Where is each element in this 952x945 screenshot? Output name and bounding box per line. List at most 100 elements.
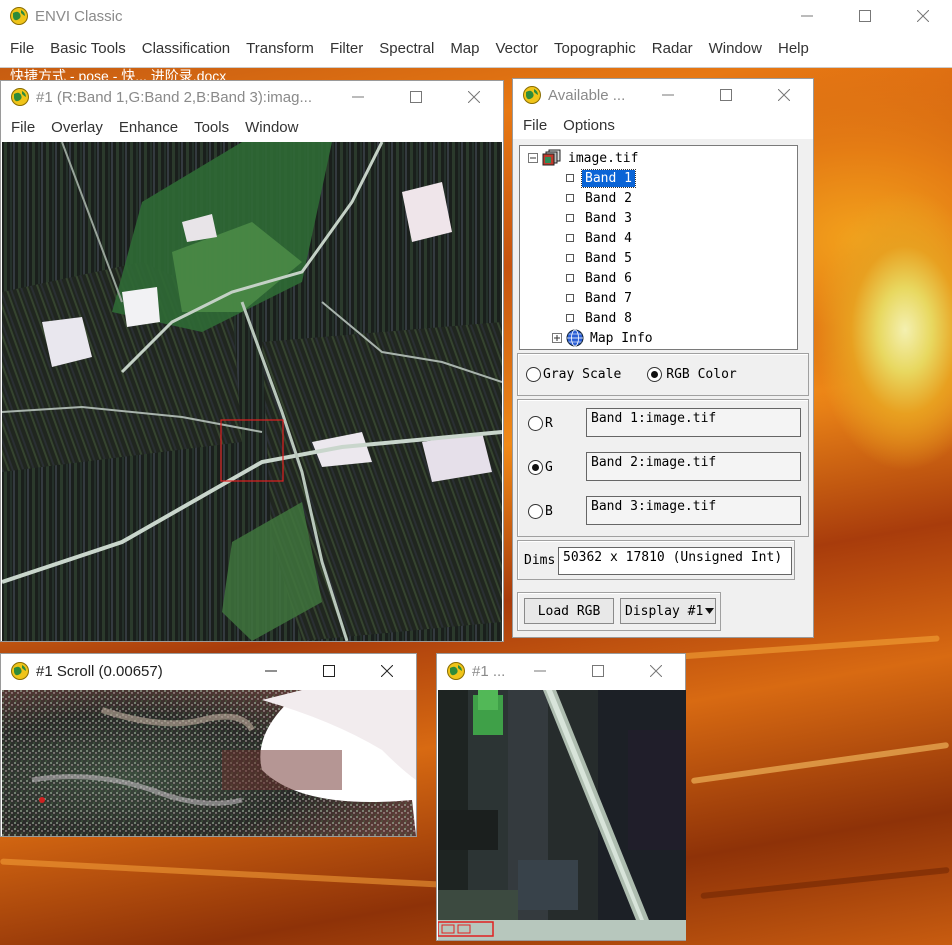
- scroll-window-title: #1 Scroll (0.00657): [36, 662, 163, 680]
- channel-b-option[interactable]: B: [528, 504, 553, 519]
- dims-field[interactable]: 50362 x 17810 (Unsigned Int) [BSQ]: [558, 547, 792, 575]
- globe-icon: [566, 329, 584, 347]
- zoom-titlebar[interactable]: #1 ...: [437, 654, 685, 688]
- zoom-window-title: #1 ...: [472, 662, 506, 680]
- menu-vector[interactable]: Vector: [488, 40, 547, 57]
- gray-scale-label: Gray Scale: [543, 367, 622, 382]
- tree-file-node[interactable]: image.tif: [528, 148, 638, 168]
- band-item-2[interactable]: Band 2: [566, 188, 635, 208]
- close-button[interactable]: [445, 81, 503, 113]
- menu-basic-tools[interactable]: Basic Tools: [42, 40, 134, 57]
- band-node-icon: [566, 294, 574, 302]
- band-item-5[interactable]: Band 5: [566, 248, 635, 268]
- bands-titlebar[interactable]: Available ...: [513, 79, 813, 111]
- collapse-icon[interactable]: [528, 153, 538, 163]
- maximize-button[interactable]: [836, 0, 894, 32]
- band-item-8[interactable]: Band 8: [566, 308, 635, 328]
- image-menu-file[interactable]: File: [1, 119, 43, 136]
- dims-group: Dims 50362 x 17810 (Unsigned Int) [BSQ]: [517, 540, 795, 580]
- map-info-node[interactable]: Map Info: [552, 328, 653, 348]
- close-icon: [778, 89, 790, 101]
- channel-b-radio[interactable]: [528, 504, 543, 519]
- channel-r-field[interactable]: Band 1:image.tif: [586, 408, 801, 437]
- menu-topographic[interactable]: Topographic: [546, 40, 644, 57]
- maximize-icon: [323, 665, 335, 677]
- band-item-4[interactable]: Band 4: [566, 228, 635, 248]
- maximize-button[interactable]: [697, 79, 755, 111]
- close-button[interactable]: [627, 655, 685, 687]
- bands-window-title: Available ...: [548, 86, 626, 104]
- rgb-color-radio[interactable]: [647, 367, 663, 382]
- band-item-7[interactable]: Band 7: [566, 288, 635, 308]
- gray-scale-option[interactable]: Gray Scale: [526, 367, 621, 382]
- desktop-texture: [700, 866, 950, 900]
- image-display-window: #1 (R:Band 1,G:Band 2,B:Band 3):imag... …: [0, 80, 504, 642]
- menu-transform[interactable]: Transform: [238, 40, 322, 57]
- close-button[interactable]: [755, 79, 813, 111]
- maximize-icon: [592, 665, 604, 677]
- channel-b-label: B: [545, 504, 553, 519]
- image-menu-window[interactable]: Window: [237, 119, 306, 136]
- minimize-button[interactable]: [329, 81, 387, 113]
- image-menu-enhance[interactable]: Enhance: [111, 119, 186, 136]
- channel-r-radio[interactable]: [528, 416, 543, 431]
- menu-map[interactable]: Map: [442, 40, 487, 57]
- main-titlebar[interactable]: ENVI Classic: [0, 0, 952, 32]
- band-item-6[interactable]: Band 6: [566, 268, 635, 288]
- action-group: Load RGB Display #1: [517, 592, 721, 631]
- channel-g-field[interactable]: Band 2:image.tif: [586, 452, 801, 481]
- minimize-button[interactable]: [511, 655, 569, 687]
- band-label: Band 6: [585, 270, 632, 286]
- image-menubar: File Overlay Enhance Tools Window: [1, 113, 503, 141]
- channel-b-field[interactable]: Band 3:image.tif: [586, 496, 801, 525]
- satellite-image-view[interactable]: [2, 142, 502, 641]
- maximize-icon: [720, 89, 732, 101]
- image-titlebar[interactable]: #1 (R:Band 1,G:Band 2,B:Band 3):imag...: [1, 81, 503, 113]
- menu-window[interactable]: Window: [701, 40, 770, 57]
- band-label: Band 1: [581, 168, 636, 188]
- close-button[interactable]: [358, 655, 416, 687]
- minimize-button[interactable]: [639, 79, 697, 111]
- scroll-titlebar[interactable]: #1 Scroll (0.00657): [1, 654, 416, 688]
- image-menu-overlay[interactable]: Overlay: [43, 119, 111, 136]
- menu-file[interactable]: File: [0, 40, 42, 57]
- maximize-icon: [859, 10, 871, 22]
- scroll-overview-image[interactable]: [2, 690, 416, 836]
- minimize-button[interactable]: [242, 655, 300, 687]
- menu-radar[interactable]: Radar: [644, 40, 701, 57]
- band-item-1[interactable]: Band 1: [566, 168, 636, 188]
- rgb-color-option[interactable]: RGB Color: [647, 367, 737, 382]
- menu-help[interactable]: Help: [770, 40, 817, 57]
- maximize-button[interactable]: [569, 655, 627, 687]
- bands-menu-file[interactable]: File: [513, 117, 555, 134]
- bands-menu-options[interactable]: Options: [555, 117, 623, 134]
- close-button[interactable]: [894, 0, 952, 32]
- maximize-button[interactable]: [387, 81, 445, 113]
- color-mode-group: Gray Scale RGB Color: [517, 353, 809, 396]
- menu-spectral[interactable]: Spectral: [371, 40, 442, 57]
- channel-r-option[interactable]: R: [528, 416, 553, 431]
- scroll-window: #1 Scroll (0.00657): [0, 653, 417, 837]
- maximize-button[interactable]: [300, 655, 358, 687]
- zoom-image-view[interactable]: [438, 690, 686, 940]
- map-info-label: Map Info: [590, 330, 653, 346]
- load-rgb-button[interactable]: Load RGB: [524, 598, 614, 624]
- channel-g-option[interactable]: G: [528, 460, 553, 475]
- main-menubar: File Basic Tools Classification Transfor…: [0, 32, 952, 64]
- image-stack-icon: [542, 149, 561, 166]
- channel-g-radio[interactable]: [528, 460, 543, 475]
- envi-globe-icon: [10, 7, 28, 25]
- band-node-icon: [566, 194, 574, 202]
- image-menu-tools[interactable]: Tools: [186, 119, 237, 136]
- menu-classification[interactable]: Classification: [134, 40, 238, 57]
- expand-icon[interactable]: [552, 333, 562, 343]
- menu-filter[interactable]: Filter: [322, 40, 371, 57]
- band-label: Band 5: [585, 250, 632, 266]
- maximize-icon: [410, 91, 422, 103]
- minimize-button[interactable]: [778, 0, 836, 32]
- band-node-icon: [566, 174, 574, 182]
- gray-scale-radio[interactable]: [526, 367, 541, 382]
- display-select[interactable]: Display #1: [620, 598, 716, 624]
- desktop-texture: [0, 858, 440, 888]
- band-item-3[interactable]: Band 3: [566, 208, 635, 228]
